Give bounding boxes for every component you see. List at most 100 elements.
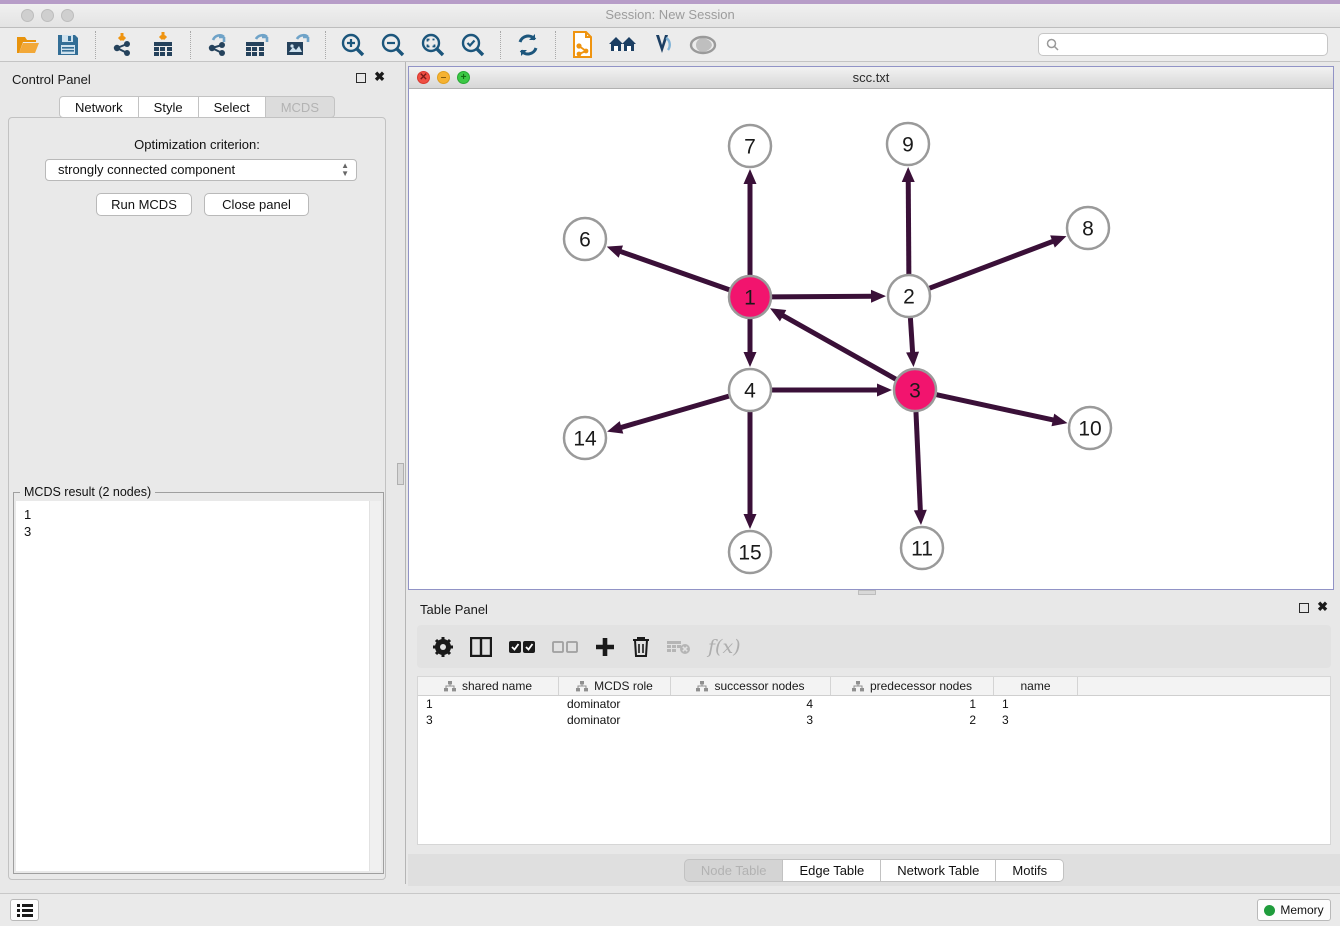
network-window-titlebar[interactable]: ✕ – + scc.txt xyxy=(409,67,1333,89)
control-panel: Control Panel ✖ Network Style Select MCD… xyxy=(0,62,394,884)
table-toolbar: f(x) xyxy=(417,625,1331,668)
edge-4-14[interactable] xyxy=(620,396,729,428)
scrollbar-track[interactable] xyxy=(369,501,381,871)
vertical-splitter[interactable] xyxy=(394,62,408,884)
task-history-button[interactable] xyxy=(10,899,39,921)
column-header-mcds-role[interactable]: MCDS role xyxy=(559,677,671,695)
close-panel-icon[interactable]: ✖ xyxy=(1317,600,1328,613)
cell-shared-name[interactable]: 1 xyxy=(418,697,559,711)
zoom-selected-icon[interactable] xyxy=(458,31,488,59)
deselect-all-icon[interactable] xyxy=(552,635,578,659)
column-label: name xyxy=(1020,679,1050,693)
table-row[interactable]: 3 dominator 3 2 3 xyxy=(418,712,1330,728)
node-label-10: 10 xyxy=(1078,418,1101,441)
titlebar: Session: New Session xyxy=(0,0,1340,28)
zoom-fit-icon[interactable] xyxy=(418,31,448,59)
tab-select[interactable]: Select xyxy=(199,96,266,118)
chevron-up-down-icon: ▲▼ xyxy=(341,162,349,178)
cell-shared-name[interactable]: 3 xyxy=(418,713,559,727)
eye-icon[interactable] xyxy=(688,31,718,59)
import-network-icon[interactable] xyxy=(108,31,138,59)
optimization-criterion-value: strongly connected component xyxy=(58,162,235,177)
optimization-criterion-select[interactable]: strongly connected component ▲▼ xyxy=(45,159,357,181)
tab-network-table[interactable]: Network Table xyxy=(881,859,996,882)
network-canvas[interactable]: 7968124314101511 xyxy=(409,89,1333,589)
network-view-window: ✕ – + scc.txt 7968124314101511 xyxy=(408,66,1334,590)
wand-icon[interactable] xyxy=(648,31,678,59)
import-table-icon[interactable] xyxy=(148,31,178,59)
close-panel-button[interactable]: Close panel xyxy=(204,193,309,216)
arrowhead-4-14 xyxy=(607,421,623,433)
toolbar-separator xyxy=(95,31,96,59)
mcds-panel: Optimization criterion: strongly connect… xyxy=(8,117,386,880)
network-graph[interactable]: 7968124314101511 xyxy=(409,89,1333,589)
column-header-predecessor-nodes[interactable]: predecessor nodes xyxy=(831,677,994,695)
column-header-shared-name[interactable]: shared name xyxy=(418,677,559,695)
column-label: shared name xyxy=(462,679,532,693)
control-panel-tabs: Network Style Select MCDS xyxy=(0,96,394,118)
column-header-name[interactable]: name xyxy=(994,677,1078,695)
column-header-successor-nodes[interactable]: successor nodes xyxy=(671,677,831,695)
search-icon xyxy=(1046,38,1059,51)
save-session-icon[interactable] xyxy=(53,31,83,59)
cell-mcds-role[interactable]: dominator xyxy=(559,697,671,711)
search-field[interactable] xyxy=(1038,33,1328,56)
tab-node-table[interactable]: Node Table xyxy=(684,859,784,882)
toolbar-separator xyxy=(555,31,556,59)
edge-2-3[interactable] xyxy=(910,318,912,354)
apply-layout-icon[interactable] xyxy=(513,31,543,59)
horizontal-splitter-handle[interactable] xyxy=(858,590,876,595)
edge-2-9[interactable] xyxy=(908,180,909,274)
float-panel-icon[interactable] xyxy=(1299,603,1309,613)
edge-2-8[interactable] xyxy=(930,241,1055,288)
mcds-result-textarea[interactable]: 1 3 xyxy=(16,501,381,871)
edge-1-6[interactable] xyxy=(619,251,729,290)
node-label-14: 14 xyxy=(573,428,597,451)
search-input[interactable] xyxy=(1063,35,1327,54)
cell-predecessor-nodes[interactable]: 1 xyxy=(831,697,994,711)
arrowhead-1-2 xyxy=(871,290,886,303)
cell-name[interactable]: 1 xyxy=(994,697,1078,711)
tab-mcds[interactable]: MCDS xyxy=(266,96,335,118)
cell-successor-nodes[interactable]: 4 xyxy=(671,697,831,711)
export-image-icon[interactable] xyxy=(283,31,313,59)
table-row[interactable]: 1 dominator 4 1 1 xyxy=(418,696,1330,712)
window-title: Session: New Session xyxy=(0,7,1340,22)
table-tabs: Node Table Edge Table Network Table Moti… xyxy=(408,854,1340,886)
select-all-icon[interactable] xyxy=(509,635,535,659)
splitter-handle[interactable] xyxy=(397,463,404,485)
tab-network[interactable]: Network xyxy=(59,96,139,118)
open-session-icon[interactable] xyxy=(13,31,43,59)
float-panel-icon[interactable] xyxy=(356,73,366,83)
run-mcds-button[interactable]: Run MCDS xyxy=(96,193,192,216)
tab-edge-table[interactable]: Edge Table xyxy=(783,859,881,882)
mcds-result-line: 1 xyxy=(24,506,373,523)
export-network-icon[interactable] xyxy=(203,31,233,59)
node-label-3: 3 xyxy=(909,380,921,403)
columns-icon[interactable] xyxy=(470,635,492,659)
edge-1-2[interactable] xyxy=(772,296,873,297)
cell-successor-nodes[interactable]: 3 xyxy=(671,713,831,727)
node-label-4: 4 xyxy=(744,380,756,403)
edge-3-10[interactable] xyxy=(936,395,1054,421)
close-panel-icon[interactable]: ✖ xyxy=(374,70,385,83)
edge-3-11[interactable] xyxy=(916,412,920,512)
gear-icon[interactable] xyxy=(433,635,453,659)
tab-motifs[interactable]: Motifs xyxy=(996,859,1064,882)
delete-icon[interactable] xyxy=(632,635,650,659)
cell-name[interactable]: 3 xyxy=(994,713,1078,727)
add-icon[interactable] xyxy=(595,635,615,659)
export-table-icon[interactable] xyxy=(243,31,273,59)
cell-mcds-role[interactable]: dominator xyxy=(559,713,671,727)
function-builder-icon[interactable]: f(x) xyxy=(708,635,741,659)
zoom-out-icon[interactable] xyxy=(378,31,408,59)
cell-predecessor-nodes[interactable]: 2 xyxy=(831,713,994,727)
edge-3-1[interactable] xyxy=(781,315,895,380)
memory-button[interactable]: Memory xyxy=(1257,899,1331,921)
tab-style[interactable]: Style xyxy=(139,96,199,118)
delete-table-icon[interactable] xyxy=(667,635,691,659)
houses-icon[interactable] xyxy=(608,31,638,59)
table-panel-title: Table Panel xyxy=(420,602,488,617)
zoom-in-icon[interactable] xyxy=(338,31,368,59)
new-network-from-selection-icon[interactable] xyxy=(568,31,598,59)
